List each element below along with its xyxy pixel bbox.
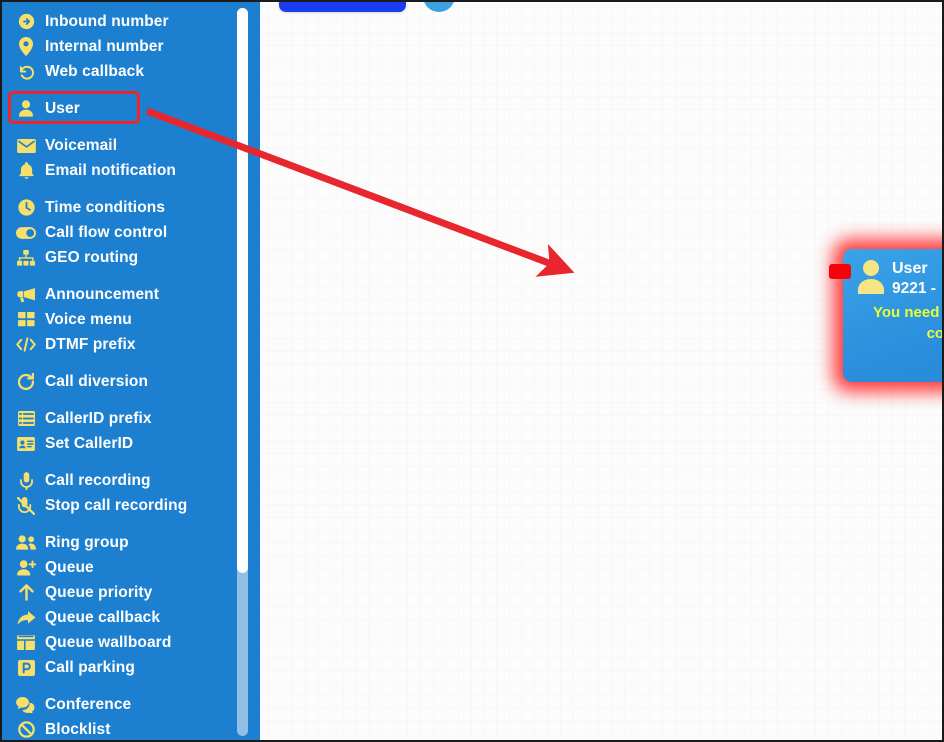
sidebar-scrollbar-thumb[interactable] [237,8,248,573]
sidebar-item-stop-call-recording[interactable]: Stop call recording [2,493,234,518]
sidebar-item-label: Ring group [45,533,129,551]
sidebar-item-label: CallerID prefix [45,409,152,427]
sidebar-item-callerid-prefix[interactable]: CallerID prefix [2,406,234,431]
sidebar-item-label: Email notification [45,161,176,179]
sidebar-item-call-diversion[interactable]: Call diversion [2,369,234,394]
sidebar-item-geo-routing[interactable]: GEO routing [2,245,234,270]
blue-rect-chip[interactable] [279,2,406,12]
sidebar-item-blocklist[interactable]: Blocklist [2,717,234,740]
megaphone-icon [14,286,38,304]
ban-circle-icon [14,721,38,739]
sidebar-item-announcement[interactable]: Announcement [2,282,234,307]
sidebar-item-email-notification[interactable]: Email notification [2,158,234,183]
sidebar-item-label: Time conditions [45,198,166,216]
sidebar-item-queue-wallboard[interactable]: Queue wallboard [2,630,234,655]
sidebar-item-web-callback[interactable]: Web callback [2,59,234,84]
sidebar-item-label: Queue priority [45,583,153,601]
node-title: User [892,260,928,277]
sidebar-item-label: Queue wallboard [45,633,172,651]
sidebar-item-queue-priority[interactable]: Queue priority [2,580,234,605]
sidebar-item-label: Stop call recording [45,496,188,514]
sitemap-icon [14,249,38,267]
blue-circle-chip[interactable] [423,2,455,12]
user-flow-node[interactable]: User 9221 - You need to configure this c… [829,239,944,392]
components-sidebar[interactable]: Inbound number Internal number Web callbac… [2,2,260,740]
user-icon [14,100,38,118]
arrow-share-icon [14,609,38,627]
id-card-icon [14,435,38,453]
node-input-port[interactable] [829,264,851,279]
node-extension: 9221 - [892,280,936,297]
sidebar-item-label: Call diversion [45,372,149,390]
sidebar-item-label: Voice menu [45,310,132,328]
sidebar-item-conference[interactable]: Conference [2,692,234,717]
code-brackets-icon [14,336,38,354]
undo-arrow-icon [14,63,38,81]
sidebar-item-queue[interactable]: Queue [2,555,234,580]
microphone-slash-icon [14,496,38,515]
node-body[interactable]: User 9221 - You need to configure this c… [843,249,944,382]
sidebar-item-call-recording[interactable]: Call recording [2,468,234,493]
sidebar-item-internal-number[interactable]: Internal number [2,34,234,59]
users-icon [14,534,38,552]
sidebar-item-user[interactable]: User [2,96,234,121]
sidebar-item-label: Call recording [45,471,151,489]
node-warning-text: You need to configure this component [872,304,944,342]
sidebar-item-label: Set CallerID [45,434,134,452]
sidebar-item-call-parking[interactable]: Call parking [2,655,234,680]
envelope-icon [14,137,38,155]
parking-icon [14,659,38,677]
sidebar-item-label: Blocklist [45,720,111,738]
sidebar-item-voicemail[interactable]: Voicemail [2,133,234,158]
sidebar-item-label: Call flow control [45,223,168,241]
sidebar-item-dtmf-prefix[interactable]: DTMF prefix [2,332,234,357]
grid-squares-icon [14,311,38,329]
node-title-block: User 9221 - [888,258,936,299]
sidebar-item-label: Queue [45,558,94,576]
sidebar-item-label: User [45,99,80,117]
sidebar-item-label: Voicemail [45,136,118,154]
sidebar-item-queue-callback[interactable]: Queue callback [2,605,234,630]
sidebar-item-voice-menu[interactable]: Voice menu [2,307,234,332]
arrow-up-icon [14,584,38,602]
sidebar-item-call-flow-control[interactable]: Call flow control [2,220,234,245]
sidebar-item-label: Queue callback [45,608,161,626]
sidebar-scrollbar[interactable] [237,8,248,736]
table-icon [14,634,38,652]
sidebar-item-label: Announcement [45,285,160,303]
bell-icon [14,161,38,180]
flow-canvas[interactable]: User 9221 - You need to configure this c… [260,2,942,740]
list-lines-icon [14,410,38,428]
comments-icon [14,696,38,714]
sidebar-item-ring-group[interactable]: Ring group [2,530,234,555]
sidebar-item-inbound-number[interactable]: Inbound number [2,9,234,34]
node-header: User 9221 - [843,249,942,299]
clock-icon [14,199,38,217]
sidebar-item-label: Internal number [45,37,164,55]
sidebar-item-time-conditions[interactable]: Time conditions [2,195,234,220]
arrow-circle-right-icon [14,13,38,31]
sidebar-item-label: Call parking [45,658,135,676]
map-pin-icon [14,37,38,56]
sidebar-item-list: Inbound number Internal number Web callbac… [2,2,234,740]
sidebar-item-label: GEO routing [45,248,139,266]
sidebar-item-label: DTMF prefix [45,335,136,353]
sidebar-item-set-callerid[interactable]: Set CallerID [2,431,234,456]
refresh-arrow-icon [14,373,38,391]
sidebar-item-label: Web callback [45,62,145,80]
sidebar-item-label: Inbound number [45,12,169,30]
user-plus-icon [14,559,38,577]
flow-designer-window: User 9221 - You need to configure this c… [0,0,944,742]
toggle-icon [14,224,38,242]
sidebar-item-label: Conference [45,695,132,713]
microphone-icon [14,471,38,490]
user-avatar-icon [854,258,888,296]
